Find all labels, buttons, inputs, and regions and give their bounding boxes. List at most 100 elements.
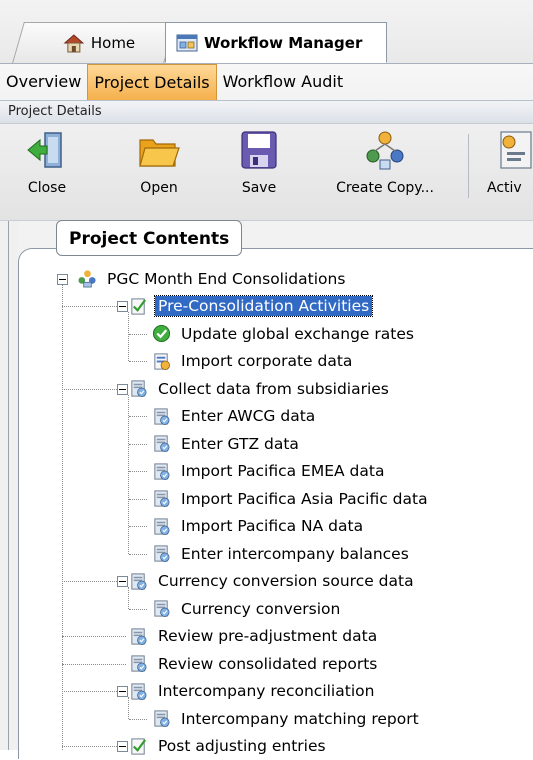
- tree-item-import-pacifica-na-data[interactable]: Import Pacifica NA data: [152, 513, 366, 540]
- tree-item-label: Review consolidated reports: [158, 654, 378, 673]
- green-check-icon: [152, 324, 171, 343]
- task-document-icon: [154, 490, 170, 507]
- tree-item-import-corporate-data[interactable]: Import corporate data: [152, 348, 355, 375]
- tree-item-currency-conversion-source-data[interactable]: Currency conversion source data: [129, 568, 417, 595]
- activate-icon: [500, 131, 532, 169]
- tree-item-enter-awcg-data[interactable]: Enter AWCG data: [152, 403, 318, 430]
- workflow-manager-icon: [176, 34, 198, 51]
- tree-item-label: Intercompany reconciliation: [158, 682, 375, 700]
- tree-guide-line: [62, 284, 63, 750]
- open-button-label: Open: [140, 180, 178, 196]
- tree-item-pgc-month-end-consolidations[interactable]: PGC Month End Consolidations: [78, 265, 348, 292]
- tree-connector: [62, 388, 117, 390]
- ribbon-tab-bar: Overview Project Details Workflow Audit: [0, 64, 349, 100]
- tree-item-enter-intercompany-balances[interactable]: Enter intercompany balances: [152, 540, 412, 567]
- tree-expander[interactable]: [117, 383, 128, 395]
- tree-item-label: Import Pacifica EMEA data: [181, 462, 385, 480]
- task-document-icon: [154, 710, 170, 727]
- tree-item-label: Currency conversion: [181, 599, 341, 618]
- close-door-icon: [27, 132, 62, 168]
- tree-guide-line: [128, 697, 129, 719]
- tree-item-review-pre-adjustment-data[interactable]: Review pre-adjustment data: [129, 623, 380, 650]
- create-copy-button-label: Create Copy...: [336, 180, 434, 196]
- task-document-icon: [131, 380, 147, 397]
- tree-guide-line: [128, 394, 129, 554]
- tree-item-label: Collect data from subsidiaries: [158, 379, 389, 398]
- check-document-icon: [131, 297, 146, 315]
- tree-item-import-pacifica-asia-pacific-data[interactable]: Import Pacifica Asia Pacific data: [152, 485, 431, 512]
- tree-item-review-consolidated-reports[interactable]: Review consolidated reports: [129, 650, 380, 677]
- panel-gutter-border: [8, 221, 9, 750]
- tree-item-label: Enter AWCG data: [181, 407, 316, 425]
- tab-workflow-manager[interactable]: Workflow Manager: [165, 22, 387, 63]
- tree-item-intercompany-reconciliation[interactable]: Intercompany reconciliation: [129, 678, 377, 705]
- task-document-icon: [131, 655, 147, 672]
- activate-button-label: Activ: [487, 180, 522, 196]
- tree-guide-line: [128, 587, 129, 609]
- import-data-icon: [154, 352, 170, 370]
- tree-item-post-adjusting-entries[interactable]: Post adjusting entries: [129, 733, 329, 760]
- tree-item-label: Pre-Consolidation Activities: [153, 295, 374, 317]
- tree-expander[interactable]: [117, 576, 128, 587]
- tree-expander[interactable]: [117, 686, 128, 697]
- tree-item-label: Import Pacifica Asia Pacific data: [181, 489, 428, 508]
- task-document-icon: [154, 462, 170, 480]
- tree-item-label: Post adjusting entries: [158, 737, 326, 755]
- check-document-icon: [131, 737, 146, 755]
- tree-item-label: Enter GTZ data: [181, 434, 299, 453]
- ribbon-tab-project-details[interactable]: Project Details: [87, 64, 217, 100]
- tree-connector: [129, 471, 147, 472]
- close-button[interactable]: Close: [22, 128, 72, 214]
- tree-connector: [129, 416, 147, 417]
- tree-item-enter-gtz-data[interactable]: Enter GTZ data: [152, 430, 302, 457]
- tree-item-label: Import corporate data: [181, 352, 353, 370]
- open-button[interactable]: Open: [133, 128, 185, 214]
- project-people-icon: [78, 270, 96, 288]
- activate-button[interactable]: Activ: [487, 128, 533, 214]
- create-copy-icon: [366, 131, 404, 170]
- ribbon-group-label: Project Details: [8, 104, 102, 119]
- tree-connector: [62, 746, 117, 747]
- open-folder-icon: [139, 139, 180, 167]
- floppy-disk-icon: [241, 131, 277, 169]
- tree-item-label: Review pre-adjustment data: [158, 627, 378, 645]
- tree-item-currency-conversion[interactable]: Currency conversion: [152, 595, 343, 622]
- tree-item-label: Update global exchange rates: [181, 324, 414, 343]
- tree-item-update-global-exchange-rates[interactable]: Update global exchange rates: [152, 320, 417, 347]
- save-button-label: Save: [241, 180, 277, 196]
- tree-expander[interactable]: [117, 741, 128, 752]
- house-icon: [63, 34, 85, 53]
- tree-connector: [129, 498, 147, 500]
- ribbon-tab-workflow-audit[interactable]: Workflow Audit: [217, 64, 350, 100]
- create-copy-button[interactable]: Create Copy...: [321, 128, 449, 214]
- task-document-icon: [154, 600, 170, 617]
- tree-connector: [129, 361, 147, 362]
- panel-title: Project Contents: [56, 220, 243, 256]
- tree-item-import-pacifica-emea-data[interactable]: Import Pacifica EMEA data: [152, 458, 387, 485]
- panel-gutter: [0, 221, 18, 750]
- task-document-icon: [154, 407, 170, 425]
- save-button[interactable]: Save: [236, 128, 282, 214]
- tree-item-intercompany-matching-report[interactable]: Intercompany matching report: [152, 705, 422, 732]
- tree-item-pre-consolidation-activities[interactable]: Pre-Consolidation Activities: [129, 293, 374, 320]
- tree-item-label: Enter intercompany balances: [181, 544, 409, 563]
- tree-connector: [129, 443, 147, 445]
- ribbon-tab-overview[interactable]: Overview: [0, 64, 87, 100]
- tree-guide-line: [128, 312, 129, 361]
- tree-connector: [62, 306, 117, 307]
- tree-expander[interactable]: [57, 273, 68, 285]
- tree-connector: [62, 636, 126, 637]
- tree-item-collect-data-from-subsidiaries[interactable]: Collect data from subsidiaries: [129, 375, 392, 402]
- tree-connector: [62, 663, 126, 665]
- tree-connector: [62, 691, 117, 692]
- task-document-icon: [154, 517, 170, 535]
- tree-connector: [62, 581, 117, 582]
- tree-expander[interactable]: [117, 301, 128, 312]
- tab-home-label: Home: [90, 34, 136, 52]
- task-document-icon: [131, 572, 147, 590]
- tab-home[interactable]: Home: [12, 22, 176, 63]
- tree-item-label: Currency conversion source data: [158, 572, 414, 590]
- tree-connector: [129, 333, 147, 335]
- task-document-icon: [131, 682, 147, 700]
- tree-connector: [129, 718, 147, 720]
